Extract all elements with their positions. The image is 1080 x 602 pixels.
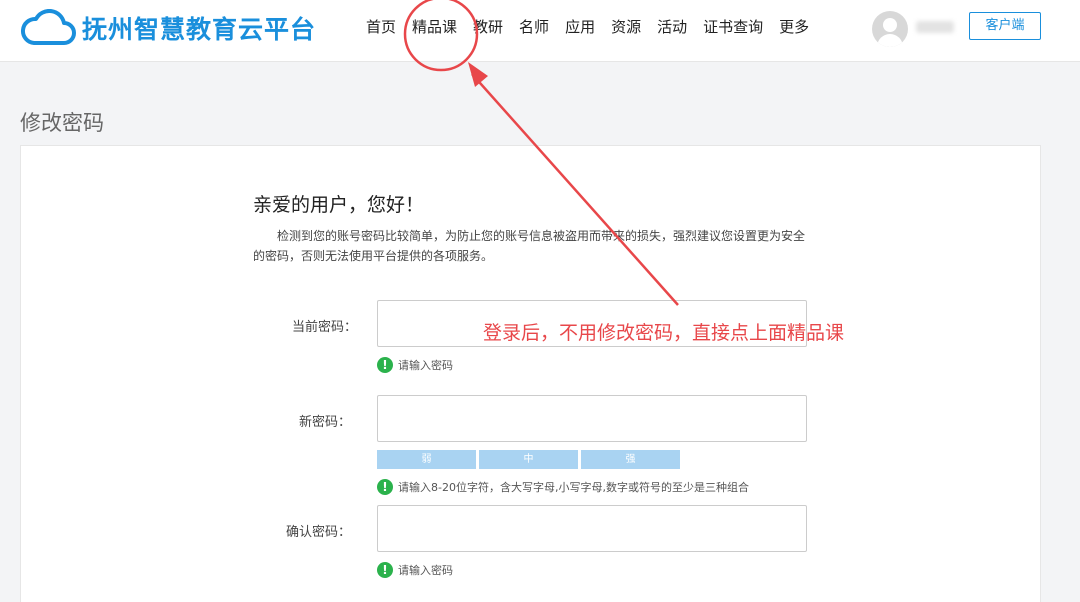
strength-weak: 弱 (377, 450, 476, 469)
nav-item-certificate-query[interactable]: 证书查询 (703, 15, 763, 39)
avatar-head (883, 18, 897, 32)
user-avatar[interactable] (872, 11, 908, 47)
site-logo[interactable]: 抚州智慧教育云平台 (20, 8, 316, 48)
exclamation-icon: ! (377, 562, 393, 578)
confirm-password-input[interactable] (377, 505, 807, 552)
strength-strong: 强 (581, 450, 680, 469)
confirm-password-hint: ! 请输入密码 (377, 562, 453, 578)
new-password-label: 新密码： (298, 415, 351, 430)
nav-item-resources[interactable]: 资源 (611, 15, 641, 39)
page-title: 修改密码 (20, 111, 104, 135)
nav-item-activities[interactable]: 活动 (657, 15, 687, 39)
nav-item-research[interactable]: 教研 (473, 15, 503, 39)
current-password-hint: ! 请输入密码 (377, 357, 453, 373)
security-notice: 检测到您的账号密码比较简单，为防止您的账号信息被盗用而带来的损失，强烈建议您设置… (253, 229, 806, 263)
cloud-logo-icon (21, 9, 76, 45)
logo-text: 抚州智慧教育云平台 (82, 15, 317, 44)
new-password-input[interactable] (377, 395, 807, 442)
annotation-text: 登录后，不用修改密码，直接点上面精品课 (483, 322, 845, 344)
strength-medium: 中 (479, 450, 578, 469)
greeting-heading: 亲爱的用户，您好！ (253, 194, 425, 216)
current-password-label: 当前密码： (291, 320, 357, 335)
hint-text: 请输入8-20位字符，含大写字母,小写字母,数字或符号的至少是三种组合 (398, 481, 749, 494)
main-nav: 首页 精品课 教研 名师 应用 资源 活动 证书查询 更多 (366, 15, 825, 39)
nav-item-teachers[interactable]: 名师 (519, 15, 549, 39)
annotation-arrow-head (468, 62, 488, 87)
hint-text: 请输入密码 (398, 564, 453, 577)
username-redacted (916, 21, 954, 33)
new-password-hint: ! 请输入8-20位字符，含大写字母,小写字母,数字或符号的至少是三种组合 (377, 479, 749, 495)
client-button[interactable]: 客户端 (969, 12, 1041, 40)
exclamation-icon: ! (377, 479, 393, 495)
hint-text: 请输入密码 (398, 359, 453, 372)
nav-item-apps[interactable]: 应用 (565, 15, 595, 39)
nav-item-more[interactable]: 更多 (779, 15, 809, 39)
nav-item-home[interactable]: 首页 (366, 15, 396, 39)
exclamation-icon: ! (377, 357, 393, 373)
avatar-body (877, 34, 903, 47)
confirm-password-label: 确认密码： (285, 525, 351, 540)
password-strength-meter: 弱 中 强 (377, 450, 683, 469)
nav-item-featured-courses[interactable]: 精品课 (412, 15, 457, 39)
top-header: 抚州智慧教育云平台 首页 精品课 教研 名师 应用 资源 活动 证书查询 更多 … (0, 0, 1080, 62)
